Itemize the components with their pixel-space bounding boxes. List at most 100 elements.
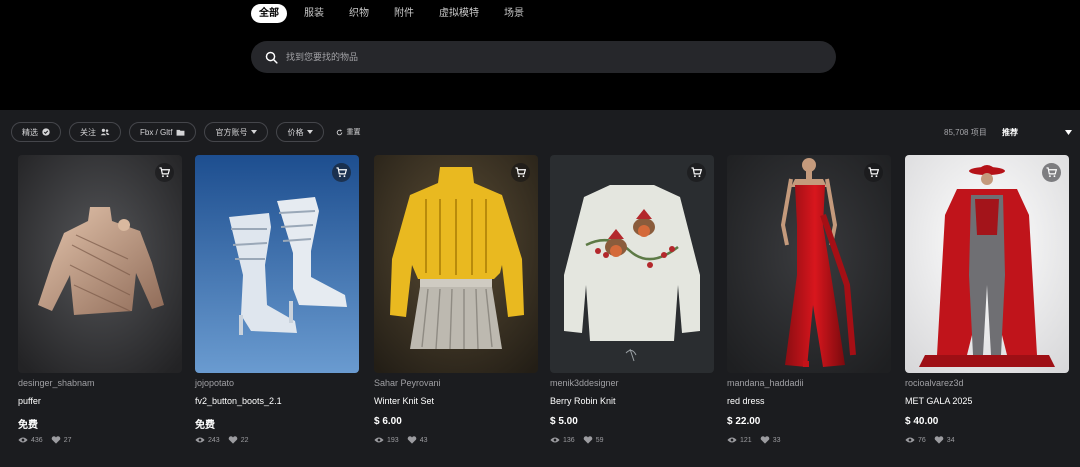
product-price: $ 22.00 [727,416,761,427]
product-stats: 193 43 [374,436,538,444]
reset-filters-button[interactable]: 重置 [332,122,364,142]
like-count: 22 [240,436,249,444]
heart-icon [760,436,769,444]
product-image-puffer [18,155,182,373]
tab-avatars[interactable]: 虚拟模特 [431,4,487,23]
filter-featured-label: 精选 [22,127,38,137]
product-name: Winter Knit Set [374,396,435,406]
add-to-cart-button[interactable] [511,163,530,182]
cart-icon [1046,167,1057,178]
filter-format-label: Fbx / Gltf [140,127,173,137]
product-name: fv2_button_boots_2.1 [195,396,282,406]
product-name: MET GALA 2025 [905,396,973,406]
filter-official-dropdown[interactable]: 官方账号 [204,122,269,142]
like-count: 34 [946,436,955,444]
product-card[interactable]: Sahar Peyrovani Winter Knit Set $ 6.00 1… [374,155,538,444]
add-to-cart-button[interactable] [1042,163,1061,182]
product-name: red dress [727,396,765,406]
like-count: 43 [419,436,428,444]
product-author[interactable]: desinger_shabnam [18,378,182,389]
cart-icon [691,167,702,178]
product-thumbnail[interactable] [727,155,891,373]
users-icon [100,128,110,136]
result-count: 85,708 项目 [944,128,987,137]
product-card[interactable]: rocioalvarez3d MET GALA 2025 $ 40.00 76 … [905,155,1069,444]
add-to-cart-button[interactable] [687,163,706,182]
product-card[interactable]: desinger_shabnam puffer 免费 436 27 [18,155,182,444]
product-author[interactable]: menik3ddesigner [550,378,714,389]
folder-icon [176,129,185,136]
cart-icon [515,167,526,178]
heart-icon [934,436,944,444]
product-author[interactable]: jojopotato [195,378,359,389]
product-author[interactable]: mandana_haddadii [727,378,891,389]
tab-fabric[interactable]: 织物 [341,4,377,23]
search-input[interactable] [286,52,806,62]
tab-scenes[interactable]: 场景 [496,4,532,23]
add-to-cart-button[interactable] [864,163,883,182]
check-circle-icon [42,128,50,136]
caret-down-icon [307,130,314,134]
product-card[interactable]: menik3ddesigner Berry Robin Knit $ 5.00 … [550,155,714,444]
view-count: 436 [31,436,43,444]
cart-icon [159,167,170,178]
eye-icon [727,437,737,443]
eye-icon [195,437,205,443]
cart-icon [868,167,879,178]
product-price: $ 6.00 [374,416,402,427]
sort-dropdown[interactable]: 推荐 [1002,125,1072,139]
product-image-red-dress [727,155,891,373]
product-image-winter-knit [374,155,538,373]
top-header: 全部 服装 织物 附件 虚拟模特 场景 [0,0,1080,110]
heart-icon [407,436,416,444]
search-icon [265,51,278,64]
eye-icon [18,437,28,443]
filter-following-chip[interactable]: 关注 [69,122,121,142]
product-image-boots [195,155,359,373]
sort-label: 推荐 [1002,127,1018,137]
filter-featured-chip[interactable]: 精选 [11,122,61,142]
filter-bar: 精选 关注 Fbx / Gltf 官方账号 价格 重置 [11,122,372,142]
heart-icon [228,436,237,444]
search-bar[interactable] [251,41,836,73]
caret-down-icon [251,130,258,134]
eye-icon [905,437,915,443]
view-count: 243 [208,436,220,444]
add-to-cart-button[interactable] [155,163,174,182]
product-card[interactable]: mandana_haddadii red dress $ 22.00 121 3… [727,155,891,444]
view-count: 76 [918,436,926,444]
filter-price-dropdown[interactable]: 价格 [276,122,325,142]
view-count: 136 [563,436,575,444]
like-count: 33 [772,436,781,444]
filter-following-label: 关注 [80,127,96,137]
product-image-met-gala [905,155,1069,373]
cart-icon [336,167,347,178]
product-stats: 436 27 [18,436,182,444]
view-count: 193 [387,436,399,444]
heart-icon [583,436,592,444]
product-author[interactable]: rocioalvarez3d [905,378,1069,389]
product-image-berry-robin [550,155,714,373]
tab-accessories[interactable]: 附件 [386,4,422,23]
product-card[interactable]: jojopotato fv2_button_boots_2.1 免费 243 2… [195,155,359,444]
add-to-cart-button[interactable] [332,163,351,182]
product-price: $ 40.00 [905,416,939,427]
like-count: 59 [595,436,604,444]
product-thumbnail[interactable] [550,155,714,373]
filter-format-chip[interactable]: Fbx / Gltf [129,122,197,142]
reset-filters-label: 重置 [346,129,361,136]
product-price: 免费 [18,420,38,431]
product-stats: 136 59 [550,436,714,444]
product-price: 免费 [195,420,215,431]
heart-icon [51,436,60,444]
tab-all[interactable]: 全部 [251,4,287,23]
product-thumbnail[interactable] [374,155,538,373]
product-thumbnail[interactable] [195,155,359,373]
product-thumbnail[interactable] [18,155,182,373]
product-author[interactable]: Sahar Peyrovani [374,378,538,389]
filter-price-label: 价格 [287,127,304,137]
filter-official-label: 官方账号 [215,127,248,137]
tab-clothing[interactable]: 服装 [296,4,332,23]
like-count: 27 [63,436,72,444]
product-thumbnail[interactable] [905,155,1069,373]
